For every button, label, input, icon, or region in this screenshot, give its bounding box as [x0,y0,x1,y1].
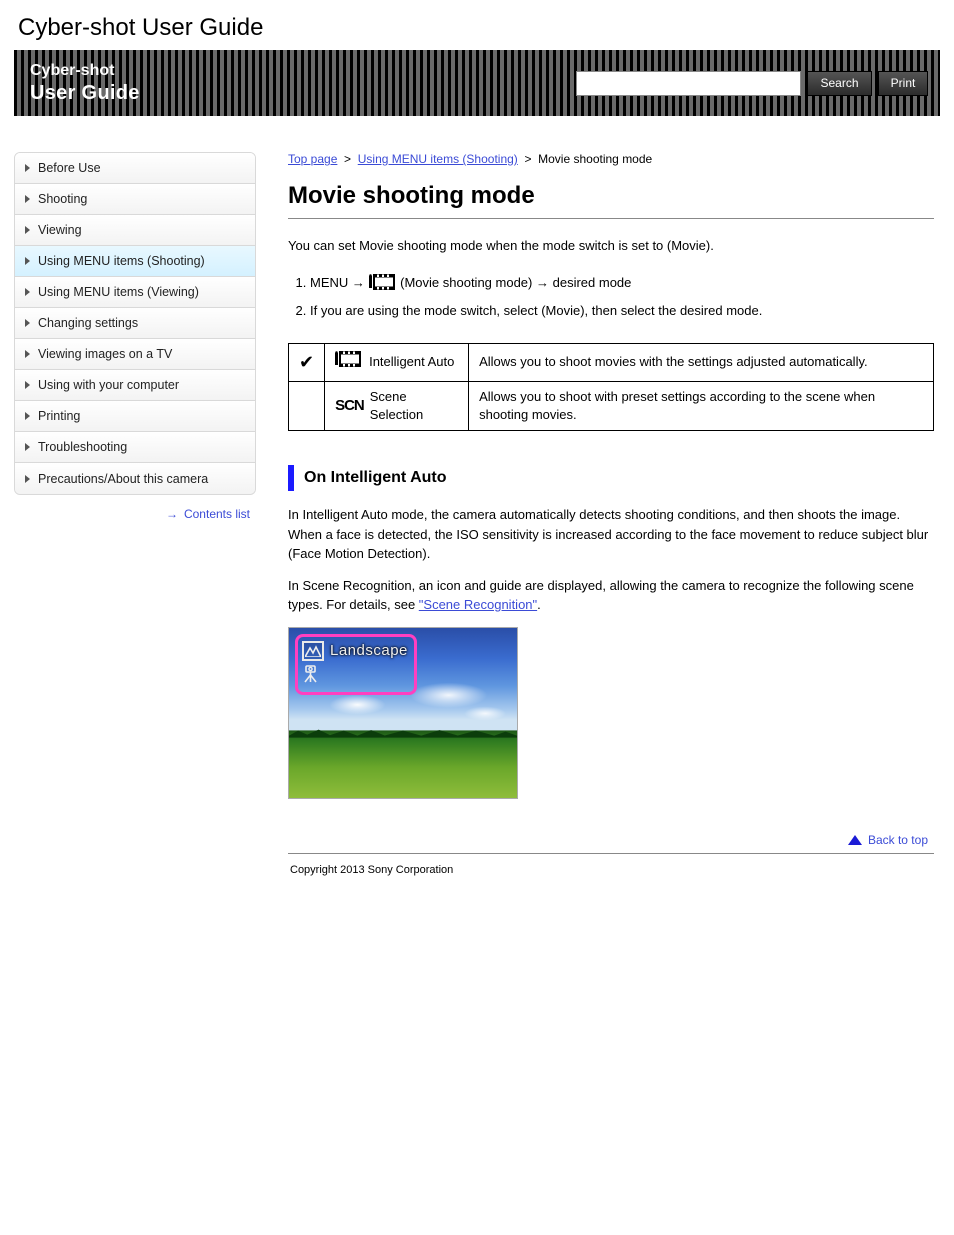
contents-list-link[interactable]: → Contents list [14,507,256,521]
section-heading-text: On Intelligent Auto [304,469,447,487]
section-heading: On Intelligent Auto [288,465,934,491]
back-to-top-label: Back to top [868,833,928,847]
header-line1: Cyber-shot [30,61,140,80]
sidebar-item-label: Precautions/About this camera [38,472,208,486]
mode-table: ✔ [288,343,934,432]
sidebar-item-before-use[interactable]: Before Use [15,153,255,184]
empty-cell [289,381,325,430]
main-content: Top page > Using MENU items (Shooting) >… [288,152,940,876]
mode-label: Intelligent Auto [369,353,454,371]
sidebar-item-precautions[interactable]: Precautions/About this camera [15,463,255,494]
header-line2: User Guide [30,81,140,105]
step-1: MENU → [310,271,934,299]
copyright: Copyright 2013 Sony Corporation [288,864,934,876]
contents-list-label: Contents list [184,507,250,521]
print-button[interactable]: Print [878,71,928,96]
chevron-right-icon [25,257,30,265]
breadcrumb-section[interactable]: Using MENU items (Shooting) [358,152,518,166]
header-bar: Cyber-shot User Guide Search Print [14,50,940,116]
mode-label: Scene Selection [370,388,458,424]
checkmark-icon: ✔ [289,343,325,381]
step-1-b: (Movie shooting mode) [400,275,532,290]
chevron-right-icon [25,412,30,420]
section-flag-icon [288,465,294,491]
chevron-right-icon [25,319,30,327]
sidebar-item-label: Using with your computer [38,378,179,392]
step-1-a: MENU [310,275,348,290]
step-2: If you are using the mode switch, select… [310,299,934,322]
step-1-c: desired mode [553,275,632,290]
chevron-right-icon [25,164,30,172]
ia-paragraph-2: In Scene Recognition, an icon and guide … [288,576,934,615]
movie-mode-icon [369,272,397,299]
mode-description: Allows you to shoot movies with the sett… [469,343,934,381]
mode-cell-intelligent-auto: Intelligent Auto [325,343,469,381]
page-title: Movie shooting mode [288,182,934,210]
back-to-top-link[interactable]: Back to top [288,829,934,851]
breadcrumb-current: Movie shooting mode [538,152,652,166]
scene-recognition-link[interactable]: "Scene Recognition" [419,597,537,612]
sidebar-item-viewing[interactable]: Viewing [15,215,255,246]
treeline-decoration [289,728,517,738]
chevron-right-icon [25,288,30,296]
tripod-icon [302,665,320,686]
ia-para2-before: In Scene Recognition, an icon and guide … [288,578,914,613]
steps-list: MENU → [288,271,934,322]
chevron-right-icon [25,443,30,451]
footer-divider [288,853,934,854]
scn-icon: SCN [335,395,364,416]
landscape-icon [302,641,324,661]
sidebar-item-tv[interactable]: Viewing images on a TV [15,339,255,370]
sidebar-item-shooting[interactable]: Shooting [15,184,255,215]
chevron-right-icon [25,226,30,234]
movie-mode-icon [335,351,363,373]
divider [288,218,934,219]
mode-cell-scene-selection: SCN Scene Selection [325,381,469,430]
sidebar-item-label: Shooting [38,192,87,206]
sidebar-item-label: Using MENU items (Shooting) [38,254,205,268]
sidebar-item-computer[interactable]: Using with your computer [15,370,255,401]
sidebar-item-troubleshooting[interactable]: Troubleshooting [15,432,255,463]
table-row: SCN Scene Selection Allows you to shoot … [289,381,934,430]
table-row: ✔ [289,343,934,381]
sidebar-item-label: Using MENU items (Viewing) [38,285,199,299]
sidebar-item-label: Viewing [38,223,82,237]
sidebar-item-label: Printing [38,409,80,423]
sidebar-item-menu-shooting[interactable]: Using MENU items (Shooting) [15,246,255,277]
sidebar-item-label: Viewing images on a TV [38,347,172,361]
mode-description: Allows you to shoot with preset settings… [469,381,934,430]
document-title: Cyber-shot User Guide [14,14,940,42]
search-input[interactable] [576,71,801,96]
sidebar-item-changing-settings[interactable]: Changing settings [15,308,255,339]
sidebar: Before Use Shooting Viewing Using MENU i… [14,152,256,495]
overlay-highlight: Landscape [295,634,417,695]
arrow-right-icon: → [166,507,178,521]
search-button[interactable]: Search [807,71,872,96]
sidebar-item-label: Before Use [38,161,101,175]
overlay-label: Landscape [330,642,408,659]
breadcrumb-top[interactable]: Top page [288,152,337,166]
chevron-right-icon [25,350,30,358]
intro-text: You can set Movie shooting mode when the… [288,237,934,255]
triangle-up-icon [848,835,862,845]
sidebar-item-printing[interactable]: Printing [15,401,255,432]
header-branding: Cyber-shot User Guide [30,61,140,104]
chevron-right-icon [25,475,30,483]
example-image: Landscape [288,627,518,799]
ia-paragraph-1: In Intelligent Auto mode, the camera aut… [288,505,934,564]
sidebar-item-label: Troubleshooting [38,440,127,454]
sidebar-item-label: Changing settings [38,316,138,330]
chevron-right-icon [25,381,30,389]
sidebar-column: Before Use Shooting Viewing Using MENU i… [14,152,256,521]
sidebar-item-menu-viewing[interactable]: Using MENU items (Viewing) [15,277,255,308]
ia-para2-after: . [537,597,541,612]
chevron-right-icon [25,195,30,203]
breadcrumb: Top page > Using MENU items (Shooting) >… [288,152,934,166]
